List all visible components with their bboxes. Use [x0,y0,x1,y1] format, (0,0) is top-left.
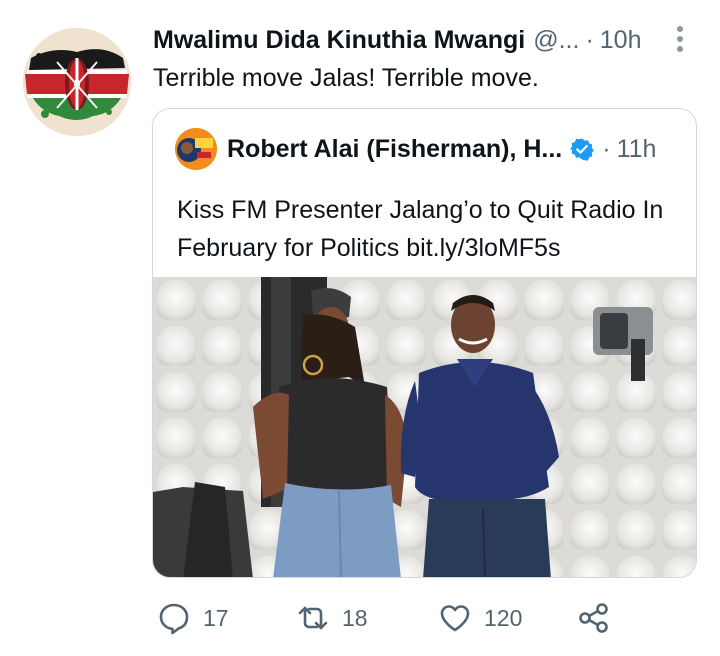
author-name[interactable]: Mwalimu Dida Kinuthia Mwangi [153,26,525,55]
like-count: 120 [484,604,523,631]
retweet-button[interactable]: 18 [296,596,368,640]
more-options-icon[interactable] [672,24,688,54]
studio-photo-image [153,277,696,577]
quoted-tweet[interactable]: Robert Alai (Fisherman), H... · 11h Kiss… [152,108,697,578]
retweet-icon [298,606,328,630]
reply-button[interactable]: 17 [157,596,229,640]
separator-dot: · [585,26,594,54]
author-avatar[interactable] [23,28,131,136]
tweet[interactable]: Mwalimu Dida Kinuthia Mwangi @... · 10h … [0,0,720,656]
quoted-author-avatar [175,128,217,170]
share-icon [579,603,608,633]
author-handle[interactable]: @... [533,26,579,55]
retweet-count: 18 [342,604,368,631]
quoted-tweet-text: Kiss FM Presenter Jalang’o to Quit Radio… [177,196,664,262]
heart-icon [440,605,470,632]
tweet-time[interactable]: 10h [600,26,642,55]
tweet-header: Mwalimu Dida Kinuthia Mwangi @... · 10h [153,26,668,58]
quoted-tweet-time: 11h [616,134,657,163]
quoted-author-name: Robert Alai (Fisherman), H... [227,134,563,163]
share-button[interactable] [577,596,611,640]
verified-badge-icon [570,138,595,161]
kenya-flag-avatar-image [23,28,131,136]
quoted-tweet-photo[interactable] [153,277,696,577]
tweet-text: Terrible move Jalas! Terrible move. [153,64,539,92]
quoted-tweet-header: Robert Alai (Fisherman), H... · 11h [175,128,657,170]
reply-count: 17 [203,604,229,631]
quoted-separator-dot: · [602,134,611,163]
like-button[interactable]: 120 [438,596,522,640]
quoted-avatar-image [175,128,217,170]
reply-icon [159,603,189,635]
tweet-actions: 17 18 120 [153,596,653,640]
